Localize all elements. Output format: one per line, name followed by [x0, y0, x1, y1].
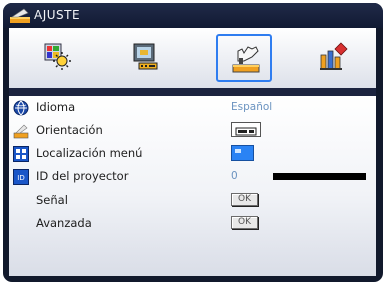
id-proyector-value: 0: [231, 170, 238, 182]
page-title: AJUSTE: [34, 8, 81, 22]
menu-panel: Idioma Español Orientación Localización …: [9, 96, 376, 276]
front-projection-icon[interactable]: [231, 122, 261, 137]
setup-icon: [10, 8, 30, 23]
language-globe-icon: [13, 100, 29, 116]
tab-display[interactable]: [119, 34, 175, 82]
menu-item-avanzada[interactable]: Avanzada OK: [9, 215, 376, 233]
senal-label: Señal: [36, 193, 68, 207]
options-icon: [320, 42, 348, 70]
id-proyector-slider[interactable]: [273, 173, 366, 180]
title-bar: AJUSTE: [3, 3, 383, 28]
display-settings-icon: [133, 43, 158, 70]
setup-hand-icon: [232, 46, 260, 73]
tab-setup[interactable]: [216, 34, 272, 82]
idioma-label: Idioma: [36, 100, 76, 114]
menu-item-senal[interactable]: Señal OK: [9, 192, 376, 210]
svg-text:ID: ID: [17, 174, 24, 182]
avanzada-label: Avanzada: [36, 216, 92, 230]
separator: [9, 88, 376, 96]
projection-icon: [13, 124, 29, 139]
projector-id-icon: ID: [13, 169, 29, 185]
id-proyector-label: ID del proyector: [36, 169, 129, 183]
avanzada-ok-button[interactable]: OK: [231, 216, 258, 229]
senal-ok-button[interactable]: OK: [231, 193, 258, 206]
idioma-value[interactable]: Español: [231, 101, 272, 113]
menu-item-orientacion[interactable]: Orientación: [9, 122, 376, 140]
tab-bar: [9, 28, 376, 88]
image-settings-icon: [44, 43, 71, 70]
tab-image[interactable]: [30, 34, 86, 82]
osd-menu: AJUSTE Idioma Español Orientación Locali…: [3, 3, 383, 282]
tab-options[interactable]: [305, 34, 361, 82]
menu-item-localizacion[interactable]: Localización menú: [9, 145, 376, 163]
orientacion-label: Orientación: [36, 123, 103, 137]
menu-top-left-icon[interactable]: [231, 145, 254, 161]
menu-item-idioma[interactable]: Idioma Español: [9, 99, 376, 117]
localizacion-label: Localización menú: [36, 146, 143, 160]
menu-location-icon: [13, 146, 29, 162]
menu-item-id-proyector[interactable]: ID ID del proyector 0: [9, 168, 376, 186]
